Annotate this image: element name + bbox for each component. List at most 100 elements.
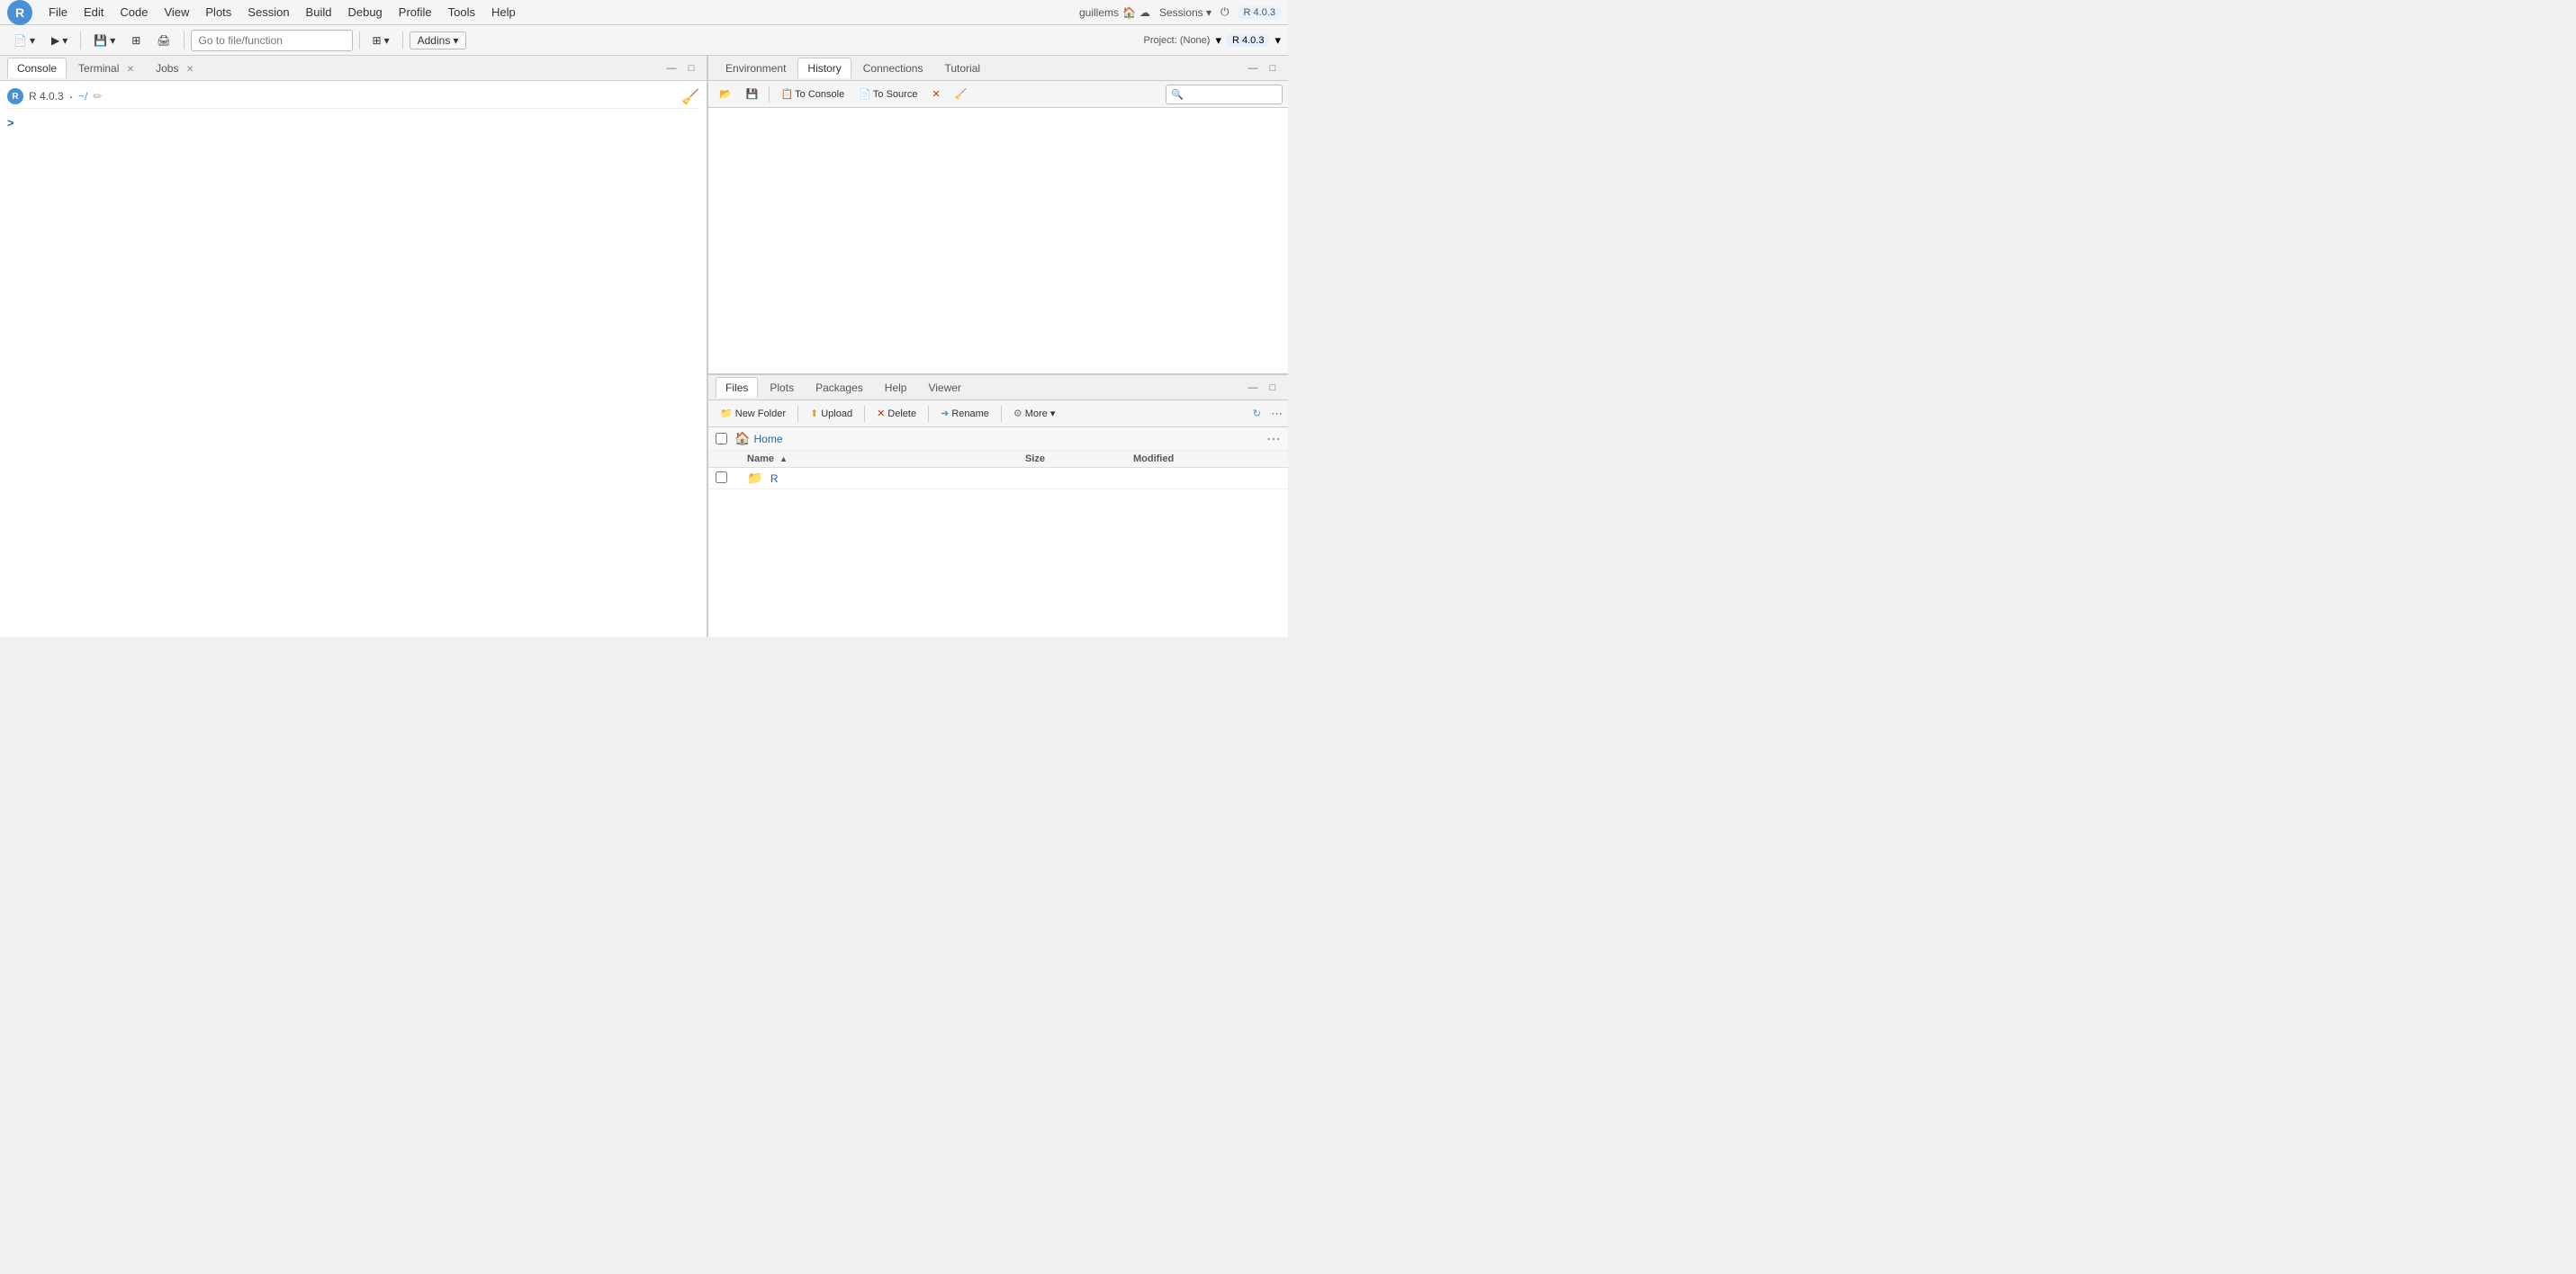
history-save-button[interactable]: 💾 (741, 86, 764, 102)
save-dropdown[interactable]: ▾ (110, 34, 115, 47)
right-bottom-win-controls: — □ (1245, 380, 1281, 396)
menu-items: File Edit Code View Plots Session Build … (41, 4, 1079, 21)
sessions-button[interactable]: Sessions ▾ (1159, 6, 1211, 19)
version-badge: R 4.0.3 (1227, 34, 1269, 47)
col-name-header[interactable]: Name ▲ (740, 451, 1018, 468)
menubar: R File Edit Code View Plots Session Buil… (0, 0, 1288, 25)
select-all-checkbox[interactable] (716, 433, 727, 444)
save-icon: 💾 (94, 34, 107, 47)
tab-tutorial[interactable]: Tutorial (934, 58, 990, 78)
menu-plots[interactable]: Plots (198, 4, 239, 21)
tab-packages[interactable]: Packages (806, 377, 873, 398)
breadcrumb-more-button[interactable]: ⋯ (1266, 430, 1281, 448)
col-size-header[interactable]: Size (1018, 451, 1126, 468)
row-checkbox-cell (708, 468, 740, 489)
tab-plots[interactable]: Plots (760, 377, 804, 398)
file-link[interactable]: R (770, 472, 779, 485)
menu-tools[interactable]: Tools (441, 4, 482, 21)
col-modified-header[interactable]: Modified (1126, 451, 1288, 468)
menu-debug[interactable]: Debug (340, 4, 389, 21)
row-checkbox[interactable] (716, 471, 727, 483)
new-file-button[interactable]: 📄 ▾ (7, 31, 41, 49)
to-source-button[interactable]: 📄 To Source (853, 86, 923, 102)
refresh-button[interactable]: ↻ (1247, 405, 1267, 422)
maximize-left-button[interactable]: □ (683, 60, 699, 76)
tab-files[interactable]: Files (716, 377, 758, 398)
minimize-right-bottom-button[interactable]: — (1245, 380, 1261, 396)
history-content (708, 108, 1288, 373)
files-table: Name ▲ Size Modified (708, 451, 1288, 489)
menu-edit[interactable]: Edit (77, 4, 111, 21)
save-all-button[interactable]: ⊞ (125, 31, 147, 49)
save-button[interactable]: 💾 ▾ (87, 31, 122, 49)
menu-code[interactable]: Code (113, 4, 155, 21)
more-dropdown-icon: ▾ (1050, 408, 1056, 419)
project-label[interactable]: Project: (None) (1143, 35, 1210, 46)
minimize-right-top-button[interactable]: — (1245, 60, 1261, 76)
history-load-button[interactable]: 📂 (714, 86, 737, 102)
console-clear-button[interactable]: 🧹 (681, 88, 699, 106)
addins-button[interactable]: Addins ▾ (410, 31, 467, 49)
tab-console[interactable]: Console (7, 58, 67, 78)
table-row: 📁 R (708, 468, 1288, 489)
new-file-dropdown[interactable]: ▾ (30, 34, 35, 47)
files-right-controls: ↻ ⋯ (1247, 405, 1283, 422)
menu-build[interactable]: Build (299, 4, 339, 21)
col-checkbox (708, 451, 740, 468)
right-panel: Environment History Connections Tutorial… (708, 56, 1288, 637)
minimize-left-button[interactable]: — (663, 60, 680, 76)
to-console-button[interactable]: 📋 To Console (775, 86, 850, 102)
run-source-button[interactable]: ▶ ▾ (45, 31, 74, 49)
username: guillems (1079, 6, 1119, 19)
more-button[interactable]: ⚙ More ▾ (1007, 405, 1061, 422)
workspace-icon: ⊞ (373, 34, 382, 47)
maximize-right-top-button[interactable]: □ (1265, 60, 1281, 76)
history-search-input[interactable] (1166, 85, 1283, 104)
menu-help[interactable]: Help (484, 4, 523, 21)
menu-view[interactable]: View (157, 4, 196, 21)
console-edit-icon[interactable]: ✏ (93, 90, 102, 103)
run-source-dropdown[interactable]: ▾ (62, 34, 68, 47)
r-version: R 4.0.3 (1238, 6, 1281, 19)
tab-help[interactable]: Help (875, 377, 917, 398)
menu-profile[interactable]: Profile (392, 4, 439, 21)
main-toolbar: 📄 ▾ ▶ ▾ 💾 ▾ ⊞ 🖨 ⊞ ▾ Addins ▾ Project: (N… (0, 25, 1288, 56)
history-save-icon: 💾 (746, 88, 759, 100)
files-sep-4 (1001, 406, 1002, 422)
more-dots-button[interactable]: ⋯ (1271, 407, 1283, 421)
breadcrumb: 🏠 Home ⋯ (708, 427, 1288, 451)
workspace-button[interactable]: ⊞ ▾ (366, 31, 396, 49)
new-folder-button[interactable]: 📁 New Folder (714, 405, 792, 422)
tab-terminal[interactable]: Terminal ✕ (68, 58, 144, 78)
delete-button[interactable]: ✕ Delete (870, 405, 923, 422)
breadcrumb-home-link[interactable]: Home (753, 433, 782, 445)
close-jobs-button[interactable]: ✕ (186, 65, 194, 75)
history-remove-button[interactable]: ✕ (926, 86, 945, 102)
history-search-wrapper: 🔍 (1166, 85, 1283, 104)
history-broom-button[interactable]: 🧹 (950, 86, 973, 102)
print-button[interactable]: 🖨 (150, 31, 176, 49)
rename-button[interactable]: ➜ Rename (934, 405, 995, 422)
tab-history[interactable]: History (797, 58, 851, 78)
upload-button[interactable]: ⬆ Upload (804, 405, 859, 422)
workspace-dropdown[interactable]: ▾ (384, 34, 390, 47)
tab-jobs[interactable]: Jobs ✕ (146, 58, 203, 78)
tab-viewer[interactable]: Viewer (918, 377, 970, 398)
maximize-right-bottom-button[interactable]: □ (1265, 380, 1281, 396)
new-folder-label: New Folder (735, 408, 786, 419)
close-terminal-button[interactable]: ✕ (127, 65, 134, 75)
console-path[interactable]: ~/ (78, 90, 87, 103)
files-sep-1 (797, 406, 798, 422)
menu-right: guillems 🏠 ☁ Sessions ▾ ⏻ R 4.0.3 (1079, 5, 1281, 19)
goto-input[interactable] (191, 30, 353, 51)
tab-environment[interactable]: Environment (716, 58, 796, 78)
history-load-icon: 📂 (719, 88, 732, 100)
history-toolbar: 📂 💾 📋 To Console 📄 To Source ✕ (708, 81, 1288, 108)
power-icon[interactable]: ⏻ (1220, 5, 1229, 19)
menu-file[interactable]: File (41, 4, 75, 21)
to-console-icon: 📋 (780, 88, 793, 100)
files-sep-2 (864, 406, 865, 422)
right-top-win-controls: — □ (1245, 60, 1281, 76)
tab-connections[interactable]: Connections (853, 58, 933, 78)
menu-session[interactable]: Session (240, 4, 296, 21)
